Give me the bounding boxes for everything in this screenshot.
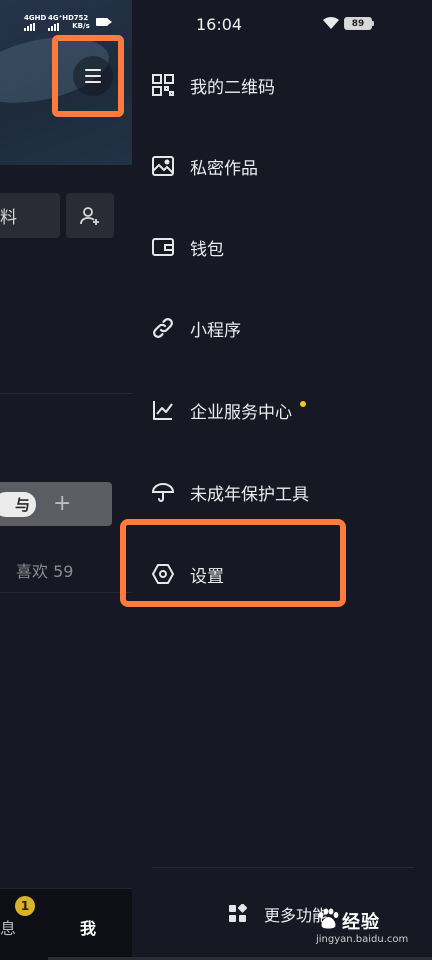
drawer-item-label: 小程序 [190,320,241,341]
add-friend-button[interactable] [66,193,114,238]
tab-me[interactable]: 我 [80,915,96,939]
signal-sim2-icon: 4G⁺HD [48,14,74,31]
edit-profile-button[interactable]: 料 [0,193,60,238]
wifi-icon [323,16,339,29]
profile-page-background: 4GHD 4G⁺HD 752 KB/s 料 与 + 喜欢 59 1 息 我 [0,0,132,960]
umbrella-icon [150,479,176,505]
drawer-item-label: 未成年保护工具 [190,484,309,505]
status-bar-left: 4GHD 4G⁺HD 752 KB/s [24,14,112,31]
highlight-box-menu [52,35,124,117]
drawer-item-private-works[interactable]: 私密作品 [132,136,432,196]
signal-sim1-icon: 4GHD [24,14,46,31]
promo-banner[interactable]: 与 + [0,482,112,526]
network-speed-unit: KB/s [72,22,90,30]
watermark-url: jingyan.baidu.com [316,934,409,945]
drawer-item-wallet[interactable]: 钱包 [132,217,432,277]
apps-grid-icon [229,904,248,922]
divider [152,867,414,868]
network-speed: 752 KB/s [72,14,90,30]
wallet-icon [150,234,176,260]
status-time: 16:04 [196,15,243,34]
qr-code-icon [150,72,176,98]
drawer-item-minor-protection[interactable]: 未成年保护工具 [132,462,432,522]
battery-icon: 89 [344,17,374,30]
likes-tab[interactable]: 喜欢 59 [16,558,73,582]
side-drawer: 16:04 89 我的二维码 私密作品 钱包 小程序 企业服务中心 未成年保护工… [132,0,432,960]
plus-icon: + [53,491,72,516]
paw-logo-icon [318,908,339,929]
drawer-item-mini-programs[interactable]: 小程序 [132,298,432,358]
sim1-label: 4GHD [24,14,47,22]
drawer-item-enterprise-center[interactable]: 企业服务中心 [132,380,432,440]
drawer-item-label: 我的二维码 [190,77,275,98]
private-image-icon [150,153,176,179]
sim2-label: 4G⁺HD [48,14,74,22]
drawer-item-label: 企业服务中心 [190,402,292,423]
network-speed-value: 752 [73,14,89,22]
highlight-box-settings [120,519,346,607]
video-camera-icon [96,18,112,26]
tab-messages[interactable]: 息 [0,915,16,939]
battery-level: 89 [351,18,365,29]
messages-badge: 1 [15,896,35,916]
baidu-jingyan-watermark: 经验 jingyan.baidu.com [312,906,424,952]
divider [0,393,132,394]
drawer-item-qr-code[interactable]: 我的二维码 [132,55,432,115]
drawer-item-label: 钱包 [190,239,224,260]
link-icon [150,315,176,341]
divider [0,592,132,593]
drawer-item-label: 私密作品 [190,158,258,179]
watermark-title: 经验 [342,912,380,933]
notification-dot [300,401,306,407]
chart-icon [150,397,176,423]
promo-pill: 与 [0,492,36,517]
add-person-icon [80,206,99,225]
edit-profile-label: 料 [0,208,17,228]
promo-pill-label: 与 [14,496,30,514]
